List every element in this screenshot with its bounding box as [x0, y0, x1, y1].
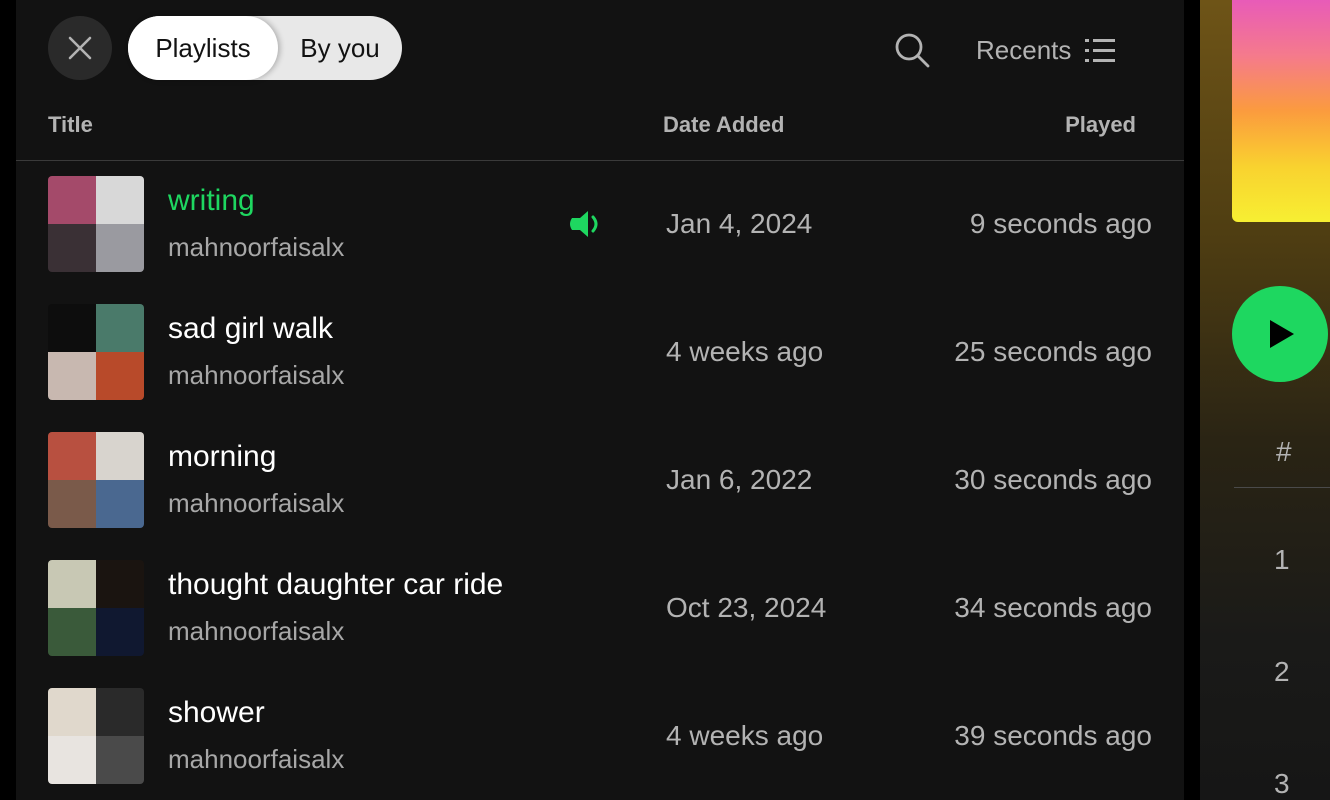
playlist-owner: mahnoorfaisalx [168, 232, 345, 262]
library-panel: By you Playlists Recents Title Date Adde… [16, 0, 1184, 800]
close-button[interactable] [48, 16, 112, 80]
cover-tile [96, 688, 144, 736]
sort-label: Recents [976, 34, 1072, 65]
cover-tile [48, 176, 96, 224]
cover-tile [48, 688, 96, 736]
playlist-name: writing [168, 184, 255, 217]
playlist-row[interactable]: writing mahnoorfaisalx Jan 4, 2024 9 sec… [16, 162, 1184, 282]
playlist-owner: mahnoorfaisalx [168, 616, 345, 646]
search-button[interactable] [890, 28, 934, 72]
playlist-name: thought daughter car ride [168, 568, 504, 601]
cover-tile [96, 224, 144, 272]
now-playing-speaker-icon [570, 211, 598, 237]
column-header-title[interactable]: Title [48, 112, 93, 138]
date-added: 4 weeks ago [666, 720, 824, 751]
played-time: 9 seconds ago [969, 208, 1152, 239]
chip-label: By you [300, 32, 380, 63]
cover-tile [96, 176, 144, 224]
playlist-owner: mahnoorfaisalx [168, 360, 345, 390]
sort-button[interactable]: Recents [976, 28, 1117, 72]
cover-tile [96, 736, 144, 784]
playlist-row[interactable]: shower mahnoorfaisalx 4 weeks ago 39 sec… [16, 674, 1184, 794]
playlist-owner: mahnoorfaisalx [168, 744, 345, 774]
playlist-cover [48, 432, 144, 528]
play-icon [1270, 320, 1294, 348]
date-added: Jan 4, 2024 [666, 208, 813, 239]
chip-by-you[interactable]: By you [278, 16, 402, 80]
playlist-cover [48, 304, 144, 400]
playlist-row[interactable]: thought daughter car ride mahnoorfaisalx… [16, 546, 1184, 666]
track-number: 3 [1274, 768, 1290, 799]
left-gutter [0, 0, 16, 800]
chip-label: Playlists [155, 32, 251, 63]
date-added: Jan 6, 2022 [666, 464, 813, 495]
playlist-cover-art [1232, 0, 1330, 222]
playlist-row[interactable]: morning mahnoorfaisalx Jan 6, 2022 30 se… [16, 418, 1184, 538]
filter-chips: By you Playlists [128, 16, 402, 80]
date-added: Oct 23, 2024 [666, 592, 827, 623]
cover-tile [48, 480, 96, 528]
cover-tile [48, 608, 96, 656]
playlist-cover [48, 176, 144, 272]
date-added: 4 weeks ago [666, 336, 824, 367]
playlist-row[interactable]: sad girl walk mahnoorfaisalx 4 weeks ago… [16, 290, 1184, 410]
column-header-played[interactable]: Played [1065, 112, 1136, 138]
track-number: 2 [1274, 656, 1290, 687]
cover-tile [48, 304, 96, 352]
played-time: 34 seconds ago [954, 592, 1152, 623]
search-icon [895, 33, 930, 68]
panel-resize-handle[interactable] [1184, 0, 1200, 800]
cover-tile [48, 432, 96, 480]
played-time: 25 seconds ago [954, 336, 1152, 367]
cover-tile [96, 480, 144, 528]
playlist-name: morning [168, 440, 277, 473]
playlist-owner: mahnoorfaisalx [168, 488, 345, 518]
tracklist-divider [1234, 487, 1330, 488]
play-button[interactable] [1232, 286, 1328, 382]
track-number: 1 [1274, 544, 1290, 575]
column-header-date-added[interactable]: Date Added [663, 112, 784, 138]
playlist-cover [48, 560, 144, 656]
list-icon [1085, 39, 1116, 62]
cover-tile [96, 304, 144, 352]
close-icon [68, 36, 92, 60]
cover-tile [48, 560, 96, 608]
cover-tile [96, 560, 144, 608]
track-number-header: # [1276, 436, 1292, 467]
playlist-cover [48, 688, 144, 784]
played-time: 39 seconds ago [954, 720, 1152, 751]
playlist-name: sad girl walk [168, 312, 334, 345]
cover-tile [48, 352, 96, 400]
cover-tile [96, 432, 144, 480]
header-divider [16, 160, 1184, 161]
playlist-name: shower [168, 696, 265, 729]
cover-tile [96, 608, 144, 656]
chip-playlists[interactable]: Playlists [128, 16, 278, 80]
cover-tile [48, 224, 96, 272]
cover-tile [48, 736, 96, 784]
played-time: 30 seconds ago [954, 464, 1152, 495]
playlist-detail-panel: # 1 2 3 [1200, 0, 1330, 800]
cover-tile [96, 352, 144, 400]
